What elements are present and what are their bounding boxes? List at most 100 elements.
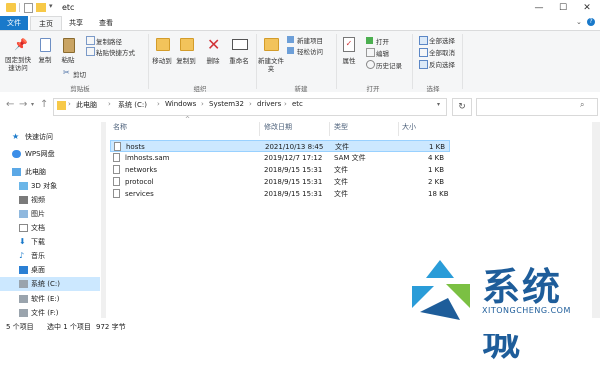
title-bar: [0, 0, 600, 16]
nav-item-documents[interactable]: 文档: [0, 221, 100, 235]
breadcrumb-drivers[interactable]: drivers: [257, 100, 281, 108]
document-icon: [19, 224, 28, 232]
copy-to-button[interactable]: 复制到: [174, 57, 198, 65]
breadcrumb-etc[interactable]: etc: [292, 100, 303, 108]
file-size: 1 KB: [428, 166, 445, 174]
delete-icon: ✕: [207, 35, 221, 54]
breadcrumb-windows[interactable]: Windows: [165, 100, 196, 108]
column-header-type[interactable]: 类型: [334, 122, 348, 132]
sort-chevron-icon: ^: [185, 116, 191, 123]
status-selected: 选中 1 个项目: [47, 323, 91, 331]
table-row[interactable]: protocol 2018/9/15 15:31 文件 2 KB: [110, 176, 450, 188]
customize-toolbar-chevron-icon[interactable]: ▾: [49, 2, 53, 10]
up-button[interactable]: ↑: [40, 99, 48, 110]
select-none-button[interactable]: 全部取消: [429, 47, 455, 57]
nav-item-3d-objects[interactable]: 3D 对象: [0, 179, 100, 193]
new-folder-icon: [264, 38, 279, 51]
pin-quick-access-button[interactable]: 固定到快速访问: [3, 56, 33, 72]
address-dropdown-chevron-icon[interactable]: ▾: [437, 101, 440, 108]
tab-file[interactable]: 文件: [0, 16, 28, 30]
nav-item-this-pc[interactable]: 此电脑: [0, 165, 100, 179]
nav-item-downloads[interactable]: ⬇ 下载: [0, 235, 100, 249]
select-all-icon: [419, 36, 428, 45]
nav-item-label: 此电脑: [25, 168, 46, 176]
move-to-button[interactable]: 移动到: [150, 57, 174, 65]
nav-item-label: 系统 (C:): [31, 280, 60, 288]
table-row[interactable]: services 2018/9/15 15:31 文件 18 KB: [110, 188, 450, 200]
column-header-size[interactable]: 大小: [402, 122, 416, 132]
paste-shortcut-button[interactable]: 粘贴快捷方式: [96, 47, 135, 57]
forward-button[interactable]: →: [19, 99, 27, 110]
open-icon: [366, 37, 373, 44]
new-folder-button[interactable]: 新建文件夹: [258, 57, 284, 73]
easy-access-button[interactable]: 轻松访问: [297, 46, 323, 56]
music-icon: ♪: [19, 251, 25, 260]
delete-button[interactable]: 删除: [203, 57, 223, 65]
group-divider: [462, 34, 463, 89]
help-icon[interactable]: ?: [587, 18, 595, 26]
nav-item-files-f[interactable]: 文件 (F:): [0, 306, 100, 320]
open-button[interactable]: 打开: [376, 36, 389, 46]
table-row[interactable]: networks 2018/9/15 15:31 文件 1 KB: [110, 164, 450, 176]
table-row[interactable]: hosts 2021/10/13 8:45 文件 1 KB: [110, 140, 450, 152]
copy-path-button[interactable]: 复制路径: [96, 36, 122, 46]
nav-item-label: 文档: [31, 224, 45, 232]
nav-item-label: 文件 (F:): [31, 309, 59, 317]
file-name: protocol: [125, 178, 154, 186]
paste-button[interactable]: 粘贴: [58, 56, 78, 64]
breadcrumb-this-pc[interactable]: 此电脑: [76, 100, 97, 110]
tab-view[interactable]: 查看: [92, 16, 120, 30]
edit-button[interactable]: 编辑: [376, 48, 389, 58]
maximize-button[interactable]: ☐: [551, 0, 575, 16]
file-date: 2019/12/7 17:12: [264, 154, 323, 162]
nav-item-desktop[interactable]: 桌面: [0, 263, 100, 277]
breadcrumb-separator: ›: [157, 100, 160, 108]
column-header-date[interactable]: 修改日期: [264, 122, 292, 132]
nav-item-videos[interactable]: 视频: [0, 193, 100, 207]
nav-item-music[interactable]: ♪ 音乐: [0, 249, 100, 263]
rename-icon: [232, 39, 248, 50]
ribbon-collapse-chevron-icon[interactable]: ⌄: [576, 18, 582, 26]
file-name: lmhosts.sam: [125, 154, 170, 162]
properties-quick-icon[interactable]: [24, 3, 33, 13]
cut-button[interactable]: 剪切: [73, 69, 86, 79]
invert-selection-button[interactable]: 反向选择: [429, 59, 455, 69]
minimize-button[interactable]: —: [527, 0, 551, 16]
nav-item-software-e[interactable]: 软件 (E:): [0, 292, 100, 306]
breadcrumb-separator: ›: [108, 100, 111, 108]
nav-item-pictures[interactable]: 图片: [0, 207, 100, 221]
breadcrumb-separator: ›: [68, 100, 71, 108]
window-title: etc: [62, 3, 75, 12]
table-row[interactable]: lmhosts.sam 2019/12/7 17:12 SAM 文件 4 KB: [110, 152, 450, 164]
tab-home[interactable]: 主页: [30, 16, 62, 31]
recent-locations-chevron-icon[interactable]: ▾: [31, 101, 34, 108]
file-icon: [113, 153, 120, 162]
cube-icon: [19, 182, 28, 190]
file-name: networks: [125, 166, 158, 174]
tab-share[interactable]: 共享: [62, 16, 90, 30]
pin-icon: 📌: [14, 38, 28, 51]
file-type: SAM 文件: [334, 154, 366, 162]
history-button[interactable]: 历史记录: [376, 60, 402, 70]
new-item-button[interactable]: 新建项目: [297, 35, 323, 45]
nav-item-label: 3D 对象: [31, 182, 58, 190]
copy-button[interactable]: 复制: [35, 56, 55, 64]
nav-item-wps-cloud[interactable]: WPS网盘: [0, 147, 100, 161]
history-icon: [366, 60, 375, 69]
group-divider: [412, 34, 413, 89]
rename-button[interactable]: 重命名: [226, 57, 252, 65]
breadcrumb-system-c[interactable]: 系统 (C:): [118, 100, 147, 110]
new-folder-quick-icon[interactable]: [36, 3, 46, 12]
nav-item-quick-access[interactable]: ★ 快速访问: [0, 130, 100, 144]
nav-item-label: 桌面: [31, 266, 45, 274]
breadcrumb-system32[interactable]: System32: [209, 100, 244, 108]
properties-button[interactable]: 属性: [339, 57, 359, 65]
select-all-button[interactable]: 全部选择: [429, 35, 455, 45]
back-button[interactable]: ←: [6, 99, 14, 110]
file-icon: [113, 177, 120, 186]
nav-pane-scrollbar[interactable]: [101, 122, 106, 318]
column-header-name[interactable]: 名称: [113, 122, 127, 132]
close-button[interactable]: ✕: [575, 0, 599, 16]
refresh-button[interactable]: ↻: [452, 98, 472, 116]
nav-item-system-c[interactable]: 系统 (C:): [0, 277, 100, 291]
